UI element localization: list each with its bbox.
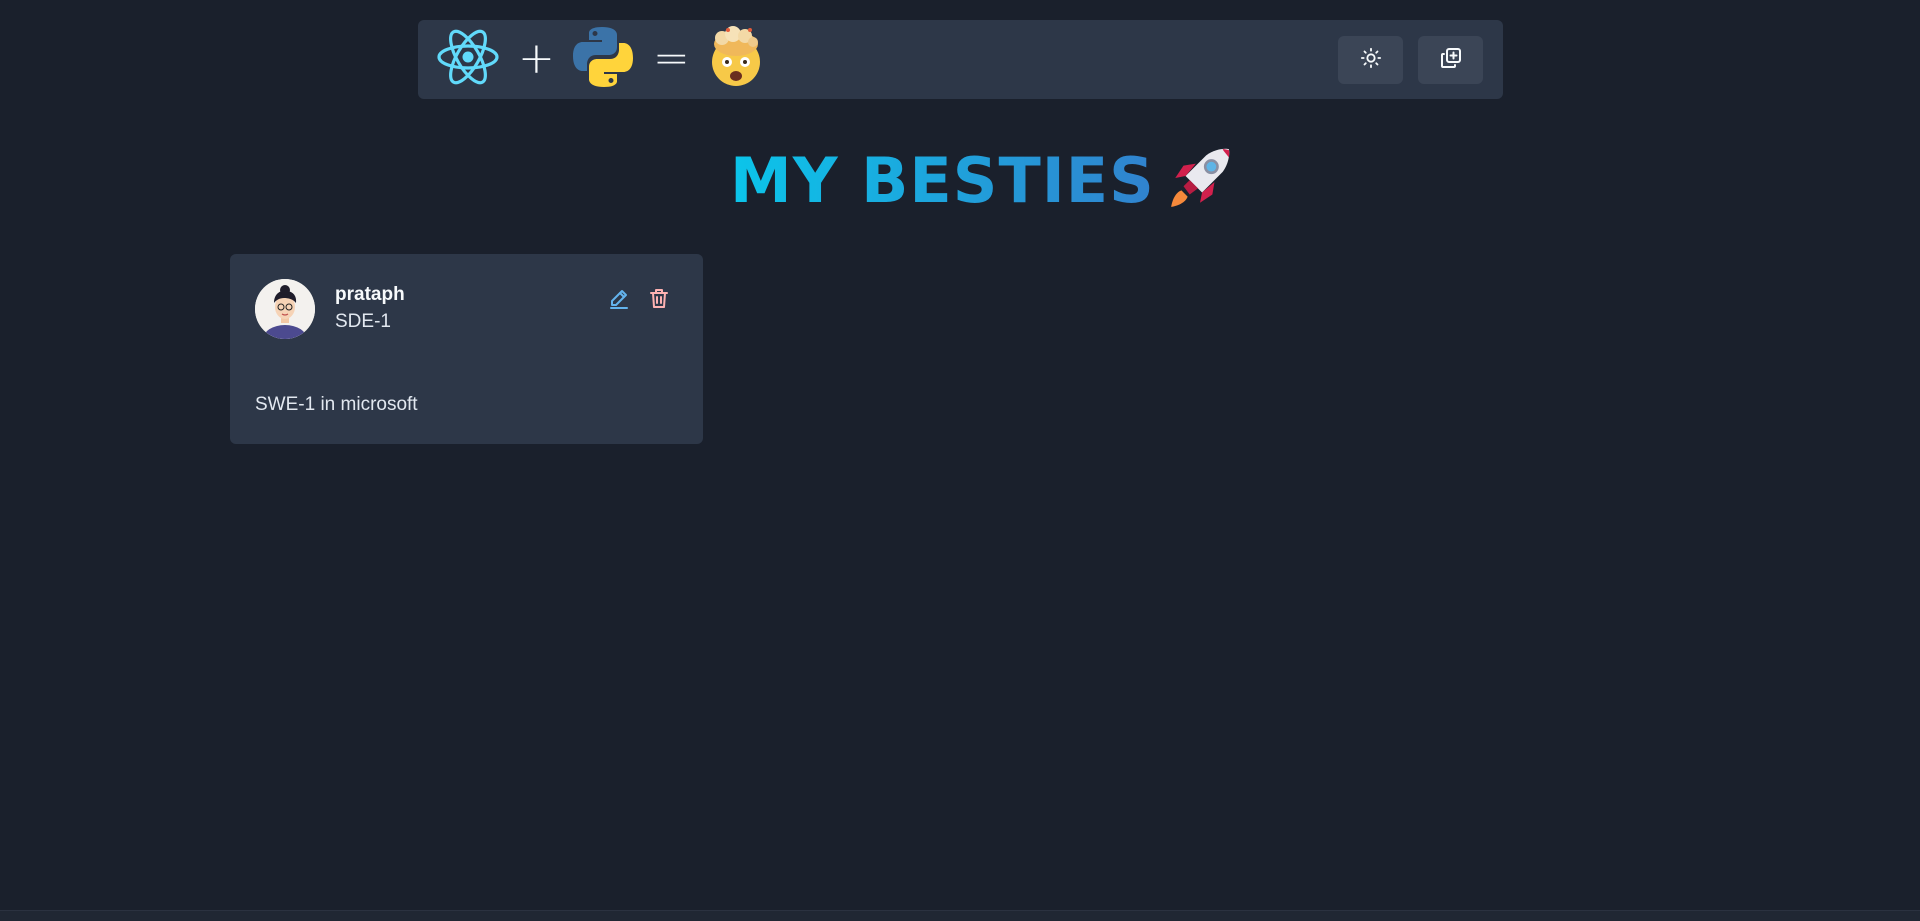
python-icon xyxy=(571,25,635,94)
navbar: + = xyxy=(418,20,1503,99)
rocket-icon xyxy=(1167,145,1233,216)
react-icon xyxy=(436,25,500,94)
delete-button[interactable] xyxy=(647,286,671,310)
bottom-strip xyxy=(0,910,1920,921)
trash-icon xyxy=(647,289,671,314)
friend-name: prataph xyxy=(335,284,405,305)
edit-icon xyxy=(607,290,631,314)
edit-button[interactable] xyxy=(607,286,631,310)
add-friend-button[interactable] xyxy=(1418,36,1483,84)
page-heading: MY BESTIES xyxy=(730,140,1233,220)
theme-toggle-button[interactable] xyxy=(1338,36,1403,84)
exploding-head-icon xyxy=(706,25,766,93)
friend-role: SDE-1 xyxy=(335,311,391,332)
plus-sign: + xyxy=(518,33,555,84)
page-title: MY BESTIES xyxy=(730,143,1155,217)
logo-equation: + = xyxy=(436,24,766,94)
avatar xyxy=(255,279,315,339)
add-copy-icon xyxy=(1439,46,1463,75)
sun-icon xyxy=(1360,47,1382,74)
equals-sign: = xyxy=(652,33,690,84)
friend-description: SWE-1 in microsoft xyxy=(255,394,418,415)
friend-card: prataph SDE-1 SWE-1 in microsoft xyxy=(230,254,703,444)
